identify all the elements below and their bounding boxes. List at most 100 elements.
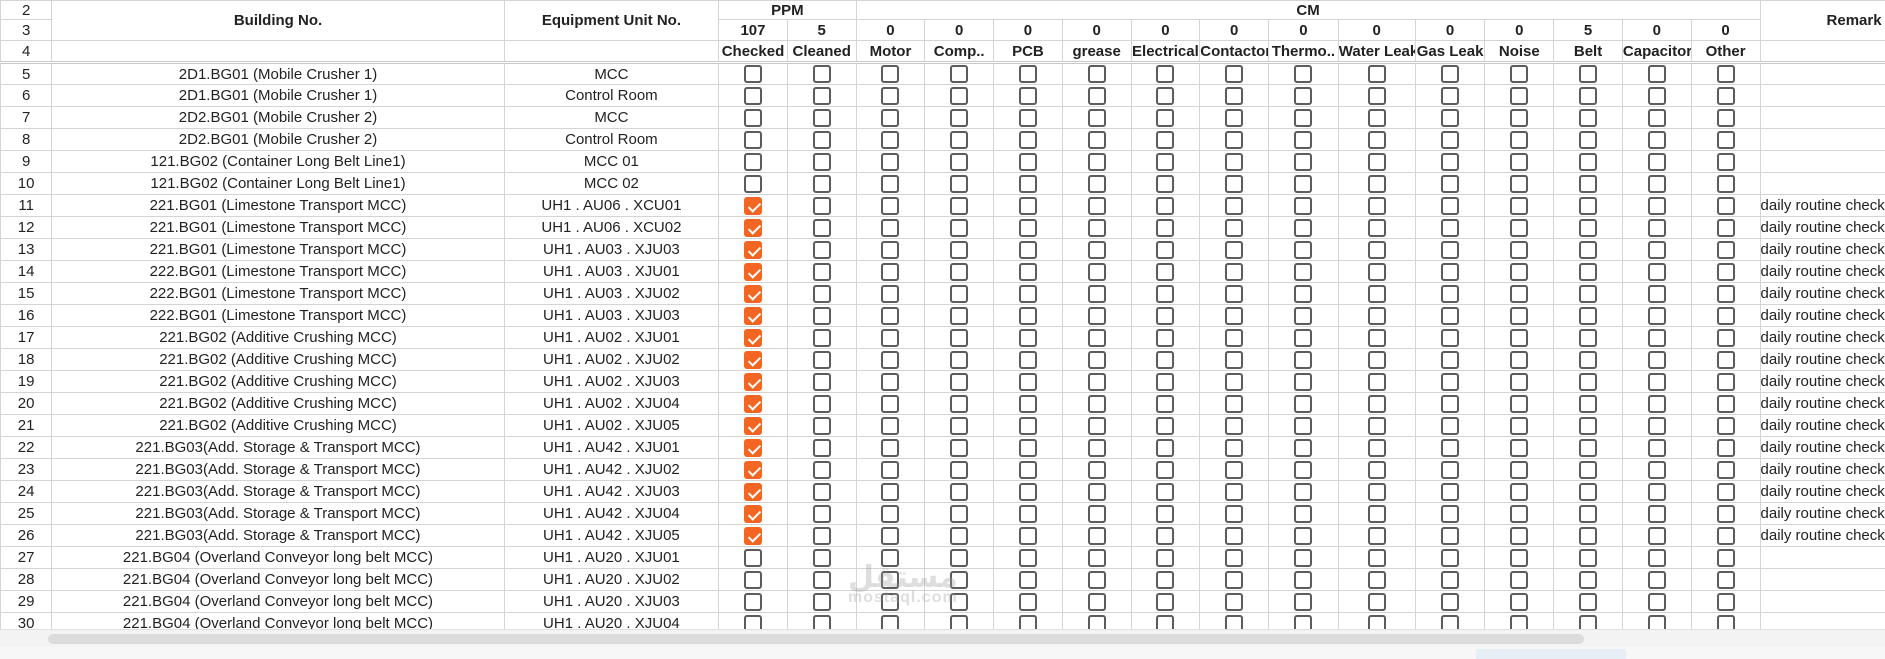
checkbox-grease[interactable] bbox=[1087, 548, 1106, 567]
checkbox-grease[interactable] bbox=[1087, 262, 1106, 281]
checkbox-water-leak[interactable] bbox=[1367, 504, 1386, 523]
remark-cell[interactable]: daily routine check a bbox=[1759, 348, 1885, 371]
remark-cell[interactable] bbox=[1759, 590, 1885, 613]
equipment-cell[interactable]: UH1 . AU02 . XJU05 bbox=[503, 414, 720, 437]
checkbox-other[interactable] bbox=[1716, 284, 1735, 303]
row-number[interactable]: 4 bbox=[0, 40, 53, 64]
checkbox-pcb[interactable] bbox=[1018, 240, 1037, 259]
checkbox-belt[interactable] bbox=[1579, 262, 1598, 281]
remark-cell[interactable]: daily routine check a bbox=[1759, 436, 1885, 459]
checkbox-pcb[interactable] bbox=[1018, 306, 1037, 325]
checkbox-thermo[interactable] bbox=[1294, 306, 1313, 325]
checkbox-belt[interactable] bbox=[1579, 86, 1598, 105]
building-cell[interactable]: 221.BG01 (Limestone Transport MCC) bbox=[51, 238, 505, 261]
checkbox-noise[interactable] bbox=[1510, 86, 1529, 105]
checkbox-belt[interactable] bbox=[1579, 108, 1598, 127]
checkbox-noise[interactable] bbox=[1510, 240, 1529, 259]
checkbox-water-leak[interactable] bbox=[1367, 372, 1386, 391]
building-cell[interactable]: 221.BG04 (Overland Conveyor long belt MC… bbox=[51, 568, 505, 591]
checkbox-gas-leak[interactable] bbox=[1441, 548, 1460, 567]
checkbox-pcb[interactable] bbox=[1018, 152, 1037, 171]
checkbox-other[interactable] bbox=[1716, 548, 1735, 567]
checkbox-motor[interactable] bbox=[881, 306, 900, 325]
checkbox-grease[interactable] bbox=[1087, 240, 1106, 259]
checkbox-thermo[interactable] bbox=[1294, 482, 1313, 501]
checkbox-grease[interactable] bbox=[1087, 306, 1106, 325]
checkbox-cleaned[interactable] bbox=[812, 460, 831, 479]
checkbox-electrical[interactable] bbox=[1156, 196, 1175, 215]
count-comp[interactable]: 0 bbox=[924, 19, 995, 41]
count-electrical[interactable]: 0 bbox=[1130, 19, 1201, 41]
checkbox-comp[interactable] bbox=[950, 592, 969, 611]
checkbox-belt[interactable] bbox=[1579, 482, 1598, 501]
checkbox-motor[interactable] bbox=[881, 240, 900, 259]
checkbox-thermo[interactable] bbox=[1294, 262, 1313, 281]
row-number[interactable]: 8 bbox=[0, 128, 53, 151]
remark-cell[interactable]: daily routine check a bbox=[1759, 370, 1885, 393]
checkbox-pcb[interactable] bbox=[1018, 130, 1037, 149]
checkbox-electrical[interactable] bbox=[1156, 504, 1175, 523]
checkbox-belt[interactable] bbox=[1579, 306, 1598, 325]
checkbox-contactor[interactable] bbox=[1225, 240, 1244, 259]
row-number[interactable]: 24 bbox=[0, 480, 53, 503]
building-cell[interactable]: 2D1.BG01 (Mobile Crusher 1) bbox=[51, 62, 505, 85]
checkbox-contactor[interactable] bbox=[1225, 592, 1244, 611]
checkbox-contactor[interactable] bbox=[1225, 460, 1244, 479]
checkbox-other[interactable] bbox=[1716, 394, 1735, 413]
checkbox-electrical[interactable] bbox=[1156, 86, 1175, 105]
row-number[interactable]: 15 bbox=[0, 282, 53, 305]
checkbox-grease[interactable] bbox=[1087, 526, 1106, 545]
checkbox-motor[interactable] bbox=[881, 570, 900, 589]
column-header-water-leak[interactable]: Water Leak bbox=[1337, 40, 1416, 64]
checkbox-belt[interactable] bbox=[1579, 460, 1598, 479]
checkbox-noise[interactable] bbox=[1510, 592, 1529, 611]
equipment-cell[interactable]: UH1 . AU42 . XJU04 bbox=[503, 502, 720, 525]
checkbox-comp[interactable] bbox=[950, 196, 969, 215]
checkbox-gas-leak[interactable] bbox=[1441, 526, 1460, 545]
checkbox-comp[interactable] bbox=[950, 482, 969, 501]
row-number[interactable]: 25 bbox=[0, 502, 53, 525]
checkbox-gas-leak[interactable] bbox=[1441, 130, 1460, 149]
checkbox-checked[interactable] bbox=[743, 504, 762, 523]
checkbox-grease[interactable] bbox=[1087, 65, 1106, 84]
checkbox-water-leak[interactable] bbox=[1367, 394, 1386, 413]
checkbox-cleaned[interactable] bbox=[812, 130, 831, 149]
checkbox-motor[interactable] bbox=[881, 130, 900, 149]
remark-cell[interactable] bbox=[1759, 546, 1885, 569]
building-cell[interactable]: 221.BG04 (Overland Conveyor long belt MC… bbox=[51, 590, 505, 613]
checkbox-noise[interactable] bbox=[1510, 372, 1529, 391]
checkbox-belt[interactable] bbox=[1579, 174, 1598, 193]
equipment-cell[interactable]: Control Room bbox=[503, 84, 720, 107]
checkbox-belt[interactable] bbox=[1579, 526, 1598, 545]
checkbox-electrical[interactable] bbox=[1156, 284, 1175, 303]
checkbox-electrical[interactable] bbox=[1156, 152, 1175, 171]
checkbox-gas-leak[interactable] bbox=[1441, 570, 1460, 589]
equipment-cell[interactable]: MCC 02 bbox=[503, 172, 720, 195]
checkbox-cleaned[interactable] bbox=[812, 218, 831, 237]
checkbox-thermo[interactable] bbox=[1294, 416, 1313, 435]
checkbox-water-leak[interactable] bbox=[1367, 174, 1386, 193]
checkbox-noise[interactable] bbox=[1510, 328, 1529, 347]
checkbox-thermo[interactable] bbox=[1294, 372, 1313, 391]
checkbox-comp[interactable] bbox=[950, 350, 969, 369]
checkbox-pcb[interactable] bbox=[1018, 350, 1037, 369]
checkbox-grease[interactable] bbox=[1087, 152, 1106, 171]
row-number[interactable]: 3 bbox=[0, 19, 53, 41]
checkbox-noise[interactable] bbox=[1510, 394, 1529, 413]
checkbox-thermo[interactable] bbox=[1294, 196, 1313, 215]
checkbox-checked[interactable] bbox=[743, 372, 762, 391]
checkbox-water-leak[interactable] bbox=[1367, 262, 1386, 281]
checkbox-capacitor[interactable] bbox=[1647, 328, 1666, 347]
checkbox-grease[interactable] bbox=[1087, 592, 1106, 611]
checkbox-comp[interactable] bbox=[950, 86, 969, 105]
checkbox-checked[interactable] bbox=[743, 196, 762, 215]
checkbox-comp[interactable] bbox=[950, 416, 969, 435]
checkbox-electrical[interactable] bbox=[1156, 218, 1175, 237]
checkbox-noise[interactable] bbox=[1510, 65, 1529, 84]
checkbox-checked[interactable] bbox=[743, 240, 762, 259]
checkbox-other[interactable] bbox=[1716, 218, 1735, 237]
building-cell[interactable]: 221.BG01 (Limestone Transport MCC) bbox=[51, 194, 505, 217]
checkbox-capacitor[interactable] bbox=[1647, 240, 1666, 259]
checkbox-other[interactable] bbox=[1716, 372, 1735, 391]
checkbox-cleaned[interactable] bbox=[812, 372, 831, 391]
